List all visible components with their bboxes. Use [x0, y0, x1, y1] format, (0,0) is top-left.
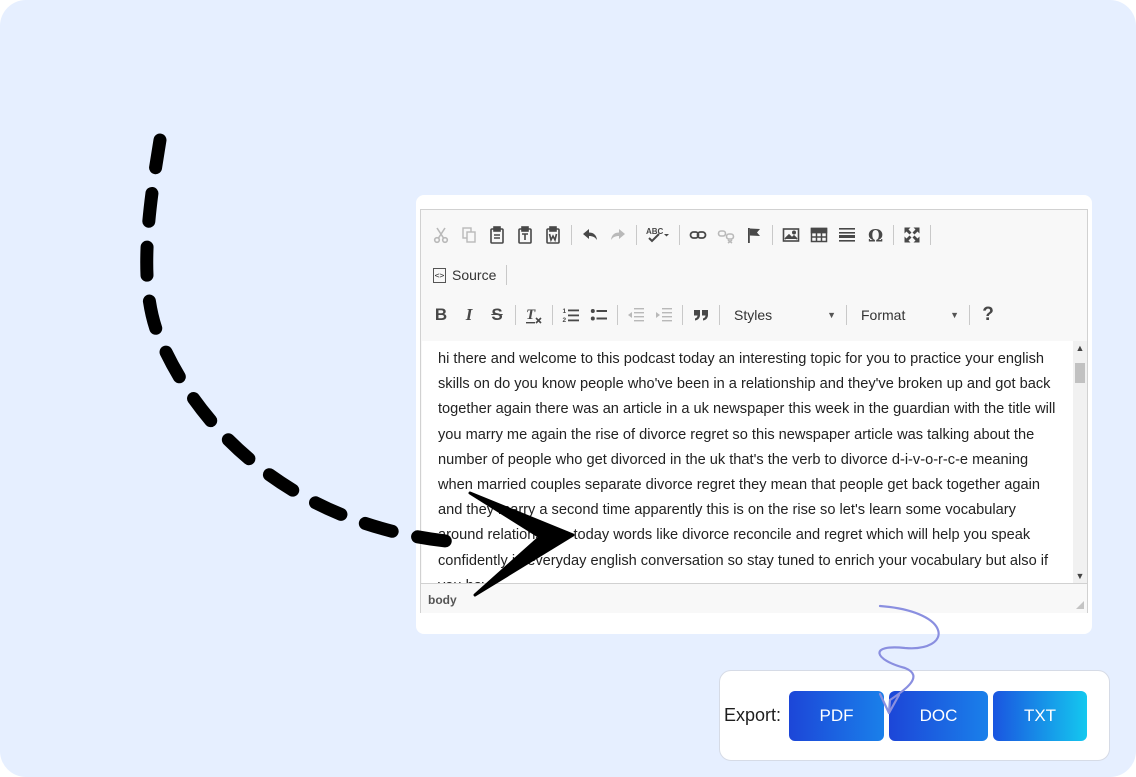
resize-handle-icon[interactable] [1076, 601, 1084, 609]
page-background: ABC Ω <> Source B I S T 1 2 Styles ▼ For… [0, 0, 1136, 777]
horizontal-line-icon[interactable] [833, 222, 861, 248]
bold-button[interactable]: B [427, 302, 455, 328]
svg-text:T: T [526, 307, 536, 323]
unlink-icon[interactable] [712, 222, 740, 248]
maximize-icon[interactable] [898, 222, 926, 248]
toolbar-separator [846, 305, 847, 325]
format-dropdown-label: Format [861, 307, 906, 323]
toolbar-separator [636, 225, 637, 245]
chevron-down-icon: ▼ [950, 310, 959, 320]
table-icon[interactable] [805, 222, 833, 248]
paste-from-word-icon[interactable] [539, 222, 567, 248]
help-button[interactable]: ? [974, 302, 1002, 328]
undo-icon[interactable] [576, 222, 604, 248]
svg-text:ABC: ABC [646, 227, 664, 236]
redo-icon[interactable] [604, 222, 632, 248]
editor-content-area[interactable]: hi there and welcome to this podcast tod… [422, 341, 1078, 583]
export-txt-button[interactable]: TXT [993, 691, 1087, 741]
toolbar-row-document: <> Source [427, 261, 511, 289]
image-icon[interactable] [777, 222, 805, 248]
svg-text:2: 2 [563, 317, 567, 324]
source-button-label: Source [452, 267, 497, 283]
toolbar-separator [617, 305, 618, 325]
svg-text:Ω: Ω [868, 227, 883, 245]
toolbar-row-clipboard: ABC Ω [427, 221, 935, 249]
source-code-icon: <> [433, 267, 446, 283]
remove-format-icon[interactable]: T [520, 302, 548, 328]
toolbar-separator [930, 225, 931, 245]
anchor-flag-icon[interactable] [740, 222, 768, 248]
bulleted-list-icon[interactable] [585, 302, 613, 328]
source-button[interactable]: <> Source [427, 262, 502, 288]
toolbar-separator [515, 305, 516, 325]
styles-dropdown[interactable]: Styles ▼ [724, 303, 842, 327]
copy-icon[interactable] [455, 222, 483, 248]
scroll-up-arrow-icon[interactable]: ▲ [1073, 341, 1087, 355]
export-label: Export: [724, 705, 782, 725]
toolbar-separator [969, 305, 970, 325]
vertical-scrollbar[interactable]: ▲ ▼ [1073, 341, 1087, 583]
editor-body-text[interactable]: hi there and welcome to this podcast tod… [422, 341, 1078, 583]
scroll-down-arrow-icon[interactable]: ▼ [1073, 569, 1087, 583]
toolbar-separator [506, 265, 508, 285]
svg-text:1: 1 [563, 308, 567, 315]
strikethrough-button[interactable]: S [483, 302, 511, 328]
toolbar-separator [772, 225, 773, 245]
export-pdf-button[interactable]: PDF [789, 691, 884, 741]
element-path-body[interactable]: body [428, 593, 457, 607]
toolbar-separator [679, 225, 680, 245]
scrollbar-thumb[interactable] [1075, 363, 1085, 383]
export-doc-button[interactable]: DOC [889, 691, 988, 741]
export-panel: Export: PDF DOC TXT [719, 670, 1110, 761]
editor-card: ABC Ω <> Source B I S T 1 2 Styles ▼ For… [416, 195, 1092, 634]
blockquote-icon[interactable] [687, 302, 715, 328]
toolbar-separator [552, 305, 553, 325]
format-dropdown[interactable]: Format ▼ [851, 303, 965, 327]
special-char-omega-icon[interactable]: Ω [861, 222, 889, 248]
chevron-down-icon: ▼ [827, 310, 836, 320]
link-icon[interactable] [684, 222, 712, 248]
decrease-indent-icon[interactable] [622, 302, 650, 328]
editor-status-bar: body [421, 583, 1087, 613]
rich-text-editor: ABC Ω <> Source B I S T 1 2 Styles ▼ For… [420, 209, 1088, 613]
toolbar-row-formatting: B I S T 12 Styles ▼ Format ▼ ? [427, 301, 1002, 329]
spellcheck-icon[interactable]: ABC [641, 222, 675, 248]
increase-indent-icon[interactable] [650, 302, 678, 328]
paste-as-text-icon[interactable] [511, 222, 539, 248]
styles-dropdown-label: Styles [734, 307, 773, 323]
toolbar-separator [682, 305, 683, 325]
dashed-curve-arrow [140, 133, 463, 549]
numbered-list-icon[interactable]: 12 [557, 302, 585, 328]
paste-icon[interactable] [483, 222, 511, 248]
italic-button[interactable]: I [455, 302, 483, 328]
cut-icon[interactable] [427, 222, 455, 248]
toolbar-separator [893, 225, 894, 245]
toolbar-separator [571, 225, 572, 245]
toolbar-separator [719, 305, 720, 325]
